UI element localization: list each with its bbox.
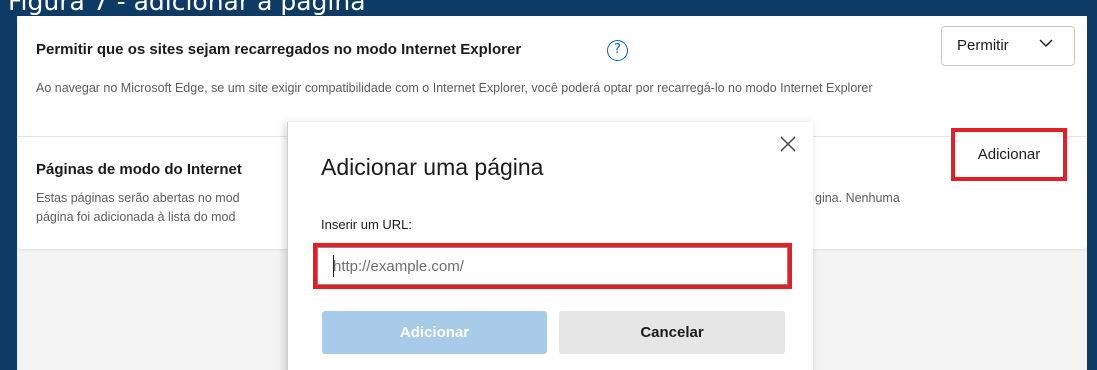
ie-reload-title: Permitir que os sites sejam recarregados…: [36, 41, 522, 58]
dropdown-value: Permitir: [957, 37, 1009, 54]
close-icon[interactable]: [777, 133, 799, 155]
ie-pages-description-right: gina. Nenhuma: [815, 191, 900, 205]
add-page-button[interactable]: Adicionar: [955, 132, 1063, 177]
question-circle-icon[interactable]: ?: [607, 40, 628, 61]
ie-pages-description-line2: página foi adicionada à lista do mod: [36, 210, 236, 224]
url-input[interactable]: [317, 247, 788, 285]
ie-reload-description: Ao navegar no Microsoft Edge, se um site…: [36, 81, 873, 95]
add-page-dialog: Adicionar uma página Inserir um URL: Adi…: [287, 122, 813, 370]
dialog-cancel-button[interactable]: Cancelar: [559, 311, 785, 354]
dialog-title: Adicionar uma página: [321, 154, 544, 180]
figure-caption: Figura 7 - adicionar a página: [8, 0, 366, 16]
ie-reload-dropdown[interactable]: Permitir: [941, 26, 1075, 66]
ie-pages-title: Páginas de modo do Internet: [36, 161, 242, 178]
text-caret: [333, 255, 334, 277]
chevron-down-icon: [1039, 39, 1053, 47]
ie-pages-description-line1: Estas páginas serão abertas no mod: [36, 191, 240, 205]
dialog-add-button[interactable]: Adicionar: [322, 311, 547, 354]
url-label: Inserir um URL:: [321, 217, 413, 232]
